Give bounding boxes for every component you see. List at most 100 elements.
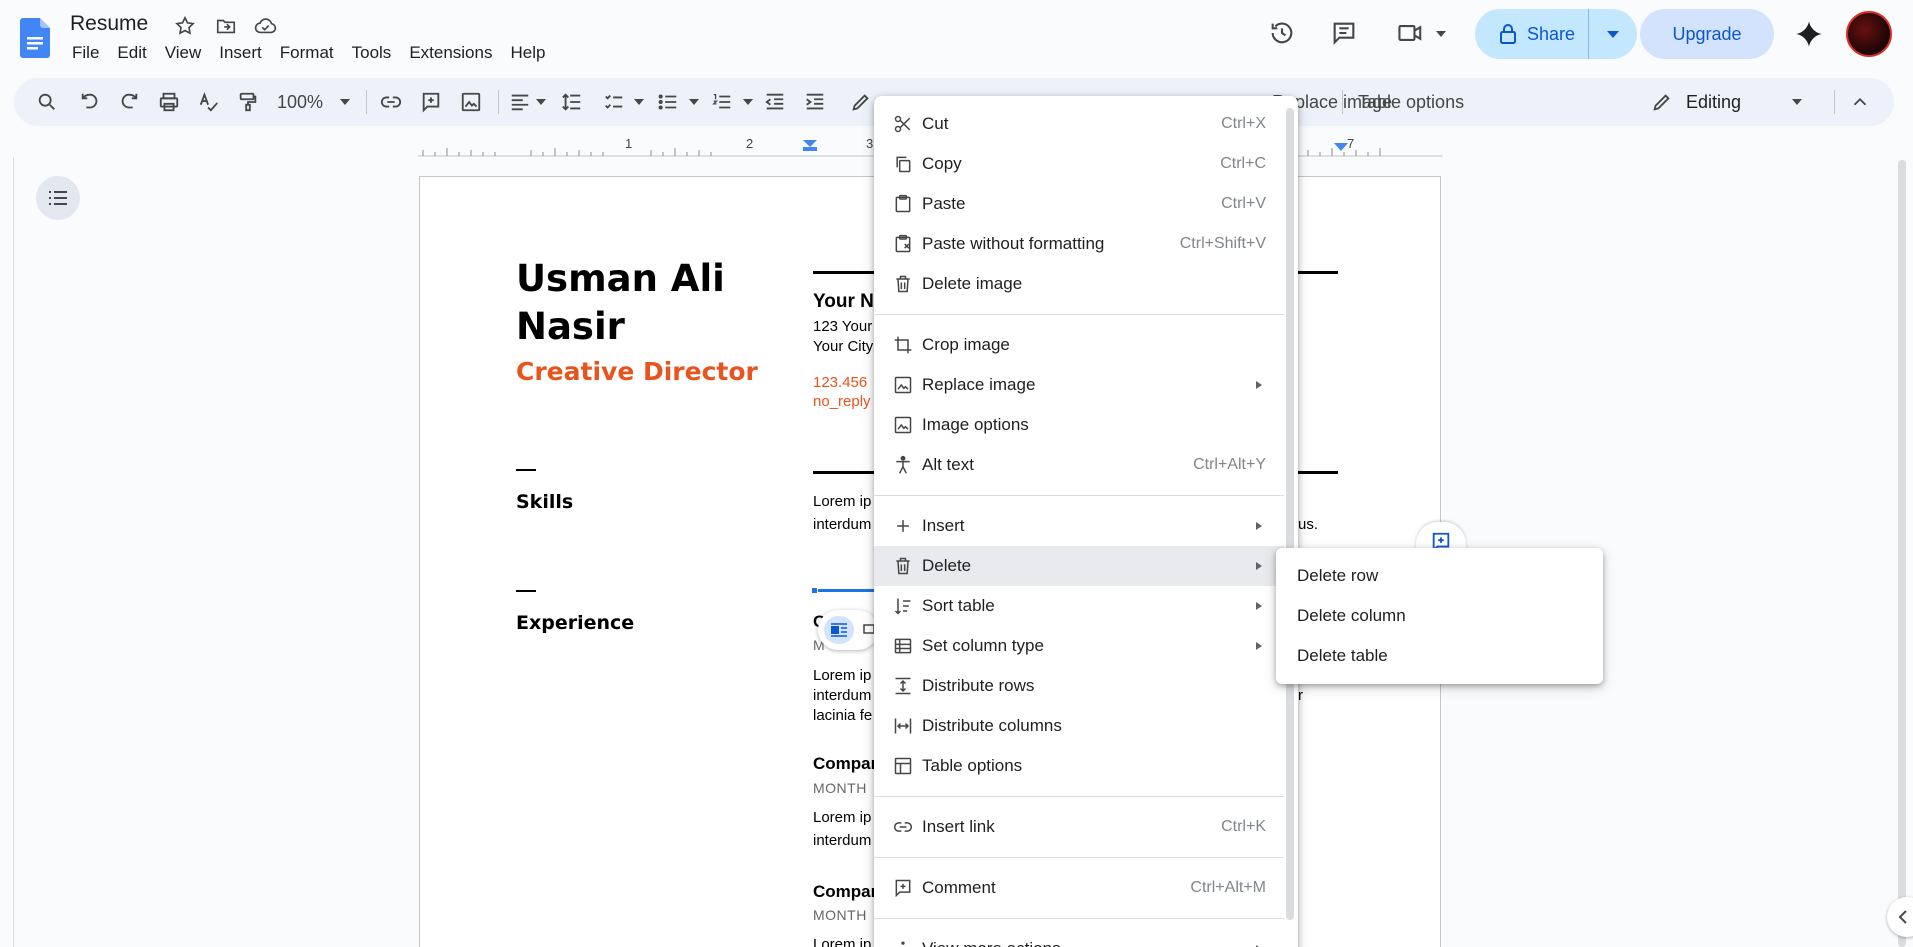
menu-format[interactable]: Format bbox=[271, 43, 343, 63]
side-panel-toggle[interactable] bbox=[1887, 897, 1913, 937]
meet-icon[interactable] bbox=[1396, 19, 1424, 47]
address-line2: Your City bbox=[813, 338, 874, 355]
menu-divider bbox=[874, 918, 1284, 919]
menu-item-crop-image[interactable]: Crop image bbox=[874, 325, 1284, 365]
context-menu-scrollbar[interactable] bbox=[1286, 108, 1294, 920]
menu-extensions[interactable]: Extensions bbox=[400, 43, 501, 63]
menu-item-comment[interactable]: Comment Ctrl+Alt+M bbox=[874, 868, 1284, 908]
menu-item-delete-image[interactable]: Delete image bbox=[874, 264, 1284, 304]
paste-plain-icon bbox=[892, 233, 914, 255]
print-icon[interactable] bbox=[158, 91, 180, 113]
menu-item-set-column-type[interactable]: Set column type bbox=[874, 626, 1284, 666]
meet-dropdown-icon[interactable] bbox=[1436, 31, 1446, 37]
document-title[interactable]: Resume bbox=[70, 12, 148, 36]
resize-handle[interactable] bbox=[811, 587, 818, 594]
star-icon[interactable] bbox=[174, 15, 196, 37]
table-options-button[interactable]: Table options bbox=[1358, 92, 1464, 113]
submenu-delete-row[interactable]: Delete row bbox=[1276, 556, 1603, 596]
menu-item-label: Delete image bbox=[922, 274, 1023, 293]
menu-item-insert[interactable]: Insert bbox=[874, 506, 1284, 546]
decrease-indent-icon[interactable] bbox=[764, 91, 786, 113]
menu-file[interactable]: File bbox=[63, 43, 108, 63]
menu-view[interactable]: View bbox=[156, 43, 211, 63]
menu-item-shortcut: Ctrl+C bbox=[1220, 155, 1266, 172]
menu-insert[interactable]: Insert bbox=[210, 43, 271, 63]
redo-icon[interactable] bbox=[118, 91, 140, 113]
line-spacing-icon[interactable] bbox=[561, 91, 583, 113]
menu-edit[interactable]: Edit bbox=[108, 43, 155, 63]
ruler-number: 3 bbox=[866, 136, 874, 151]
edit-image-icon[interactable] bbox=[850, 91, 872, 113]
selected-image-border[interactable] bbox=[812, 589, 874, 592]
skills-text-end: us. bbox=[1298, 516, 1319, 533]
avatar[interactable] bbox=[1846, 11, 1892, 57]
link-icon[interactable] bbox=[380, 91, 402, 113]
checklist-dropdown-icon[interactable] bbox=[634, 99, 644, 105]
menu-item-cut[interactable]: Cut Ctrl+X bbox=[874, 104, 1284, 144]
numbered-list-dropdown-icon[interactable] bbox=[743, 99, 753, 105]
paint-format-icon[interactable] bbox=[237, 91, 259, 113]
docs-logo[interactable] bbox=[20, 18, 50, 58]
menu-item-insert-link[interactable]: Insert link Ctrl+K bbox=[874, 807, 1284, 847]
menu-item-alt-text[interactable]: Alt text Ctrl+Alt+Y bbox=[874, 445, 1284, 485]
document-outline-button[interactable] bbox=[36, 176, 80, 220]
undo-icon[interactable] bbox=[79, 91, 101, 113]
bulleted-list-dropdown-icon[interactable] bbox=[689, 99, 699, 105]
address-line1: 123 Your bbox=[813, 318, 873, 335]
menu-item-shortcut: Ctrl+V bbox=[1221, 195, 1266, 212]
menu-item-copy[interactable]: Copy Ctrl+C bbox=[874, 144, 1284, 184]
share-dropdown-icon[interactable] bbox=[1589, 30, 1637, 38]
phone-text: 123.456 bbox=[813, 374, 868, 391]
share-main-button[interactable]: Share bbox=[1475, 9, 1589, 59]
menu-item-delete[interactable]: Delete bbox=[874, 546, 1284, 586]
menu-item-sort-table[interactable]: Sort table bbox=[874, 586, 1284, 626]
menu-item-label: Sort table bbox=[922, 596, 995, 615]
share-button[interactable]: Share bbox=[1475, 9, 1637, 59]
menu-item-shortcut: Ctrl+Alt+Y bbox=[1193, 456, 1266, 473]
vertical-ruler[interactable] bbox=[0, 157, 14, 947]
menu-item-label: Set column type bbox=[922, 636, 1044, 655]
resume-name-line1: Usman Ali bbox=[516, 257, 725, 300]
move-folder-icon[interactable] bbox=[215, 15, 237, 37]
menu-item-view-more-actions[interactable]: View more actions bbox=[874, 929, 1284, 947]
search-menus-icon[interactable] bbox=[36, 91, 58, 113]
submenu-arrow-icon bbox=[1256, 522, 1262, 530]
menu-help[interactable]: Help bbox=[501, 43, 554, 63]
menu-bar: File Edit View Insert Format Tools Exten… bbox=[63, 43, 554, 63]
mode-dropdown-icon[interactable] bbox=[1792, 99, 1802, 105]
cloud-saved-icon[interactable] bbox=[254, 15, 277, 37]
copy-icon bbox=[892, 153, 914, 175]
insert-image-icon[interactable] bbox=[460, 91, 482, 113]
bulleted-list-icon[interactable] bbox=[657, 91, 679, 113]
comments-icon[interactable] bbox=[1330, 19, 1358, 47]
align-dropdown-icon[interactable] bbox=[536, 99, 546, 105]
version-history-icon[interactable] bbox=[1268, 19, 1296, 47]
experience-text-line1: Lorem ip bbox=[813, 809, 872, 826]
submenu-delete-column[interactable]: Delete column bbox=[1276, 596, 1603, 636]
spellcheck-icon[interactable] bbox=[198, 91, 220, 113]
menu-item-distribute-columns[interactable]: Distribute columns bbox=[874, 706, 1284, 746]
zoom-dropdown-icon[interactable] bbox=[340, 99, 350, 105]
menu-item-image-options[interactable]: Image options bbox=[874, 405, 1284, 445]
menu-item-replace-image[interactable]: Replace image bbox=[874, 365, 1284, 405]
menu-item-table-options[interactable]: Table options bbox=[874, 746, 1284, 786]
upgrade-button[interactable]: Upgrade bbox=[1640, 9, 1774, 59]
inline-wrap-icon[interactable] bbox=[824, 616, 854, 644]
align-left-icon[interactable] bbox=[509, 91, 531, 113]
hide-menus-icon[interactable] bbox=[1849, 91, 1871, 113]
page-scrollbar[interactable] bbox=[1898, 160, 1906, 947]
add-comment-icon[interactable] bbox=[420, 91, 442, 113]
menu-item-shortcut: Ctrl+K bbox=[1221, 818, 1266, 835]
menu-item-distribute-rows[interactable]: Distribute rows bbox=[874, 666, 1284, 706]
menu-item-paste[interactable]: Paste Ctrl+V bbox=[874, 184, 1284, 224]
menu-tools[interactable]: Tools bbox=[343, 43, 401, 63]
menu-item-paste-without-formatting[interactable]: Paste without formatting Ctrl+Shift+V bbox=[874, 224, 1284, 264]
submenu-delete-table[interactable]: Delete table bbox=[1276, 636, 1603, 676]
numbered-list-icon[interactable] bbox=[711, 91, 733, 113]
checklist-icon[interactable] bbox=[603, 91, 625, 113]
zoom-select[interactable]: 100% bbox=[277, 92, 323, 113]
increase-indent-icon[interactable] bbox=[804, 91, 826, 113]
editing-mode-select[interactable]: Editing bbox=[1686, 92, 1741, 113]
gemini-icon[interactable] bbox=[1795, 20, 1823, 48]
section-rule bbox=[1298, 271, 1338, 274]
